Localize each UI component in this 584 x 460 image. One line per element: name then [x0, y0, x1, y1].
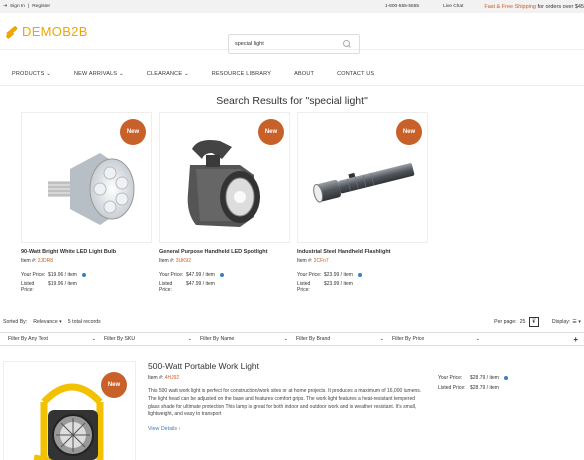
product-image[interactable]: New	[159, 112, 290, 243]
product-card[interactable]: New General Purpose Handheld LED Spotlig…	[159, 112, 290, 293]
your-price: Your Price: $23.99 / item	[297, 272, 428, 278]
item-number: Item #: 2JDR8	[21, 258, 53, 264]
display-toggle: Display: ☰ ▾	[552, 319, 581, 325]
nav-contact[interactable]: CONTACT US	[337, 71, 374, 77]
search-input[interactable]	[235, 41, 335, 47]
sort-bar: Sorted By: Relevance ▾ 5 total records P…	[0, 313, 584, 330]
info-icon[interactable]	[503, 376, 508, 380]
your-price: Your Price: $19.96 / item	[21, 272, 152, 278]
info-icon[interactable]	[219, 273, 224, 277]
product-grid: New 90-Watt Bright White LED Light Bulb …	[0, 107, 584, 297]
product-name[interactable]: 90-Watt Bright White LED Light Bulb	[21, 249, 152, 255]
item-number: Item #: 3UK92	[159, 258, 191, 264]
item-number: Item #: 4HJ92	[148, 375, 180, 381]
chevron-down-icon: ⌄	[91, 336, 96, 342]
new-badge: New	[258, 119, 284, 145]
live-chat-link[interactable]: Live Chat	[443, 4, 463, 9]
list-view-icon[interactable]: ☰ ▾	[572, 319, 581, 325]
your-price: Your Price: $47.99 / item	[159, 272, 290, 278]
info-icon[interactable]	[81, 273, 86, 277]
sort-select[interactable]: Relevance ▾	[33, 319, 62, 325]
display-label: Display:	[551, 318, 571, 325]
product-name[interactable]: Industrial Steel Handheld Flashlight	[297, 249, 428, 255]
chevron-down-icon: ⌄	[475, 336, 480, 342]
register-link[interactable]: Register	[32, 4, 50, 9]
nav-clearance[interactable]: CLEARANCE ⌄	[147, 71, 189, 77]
view-details-link[interactable]: View Details ›	[148, 426, 180, 432]
nav-resource-library[interactable]: RESOURCE LIBRARY	[212, 71, 271, 77]
nav-products[interactable]: PRODUCTS ⌄	[12, 71, 51, 77]
product-name[interactable]: General Purpose Handheld LED Spotlight	[159, 249, 290, 255]
per-page-label: Per page:	[494, 318, 517, 325]
list-item: New 500-Watt Portable Work Light Item #:…	[0, 361, 584, 460]
your-price: Your Price: $28.79 / item	[438, 375, 508, 381]
filter-brand[interactable]: Filter By Brand ⌄	[292, 336, 388, 342]
sorted-by-label: Sorted By:	[3, 318, 28, 325]
total-records: 5 total records	[67, 318, 101, 325]
product-name[interactable]: 500-Watt Portable Work Light	[148, 361, 259, 371]
shipping-promo: Fast & Free Shipping for orders over $45	[484, 3, 584, 10]
search-icon[interactable]	[341, 38, 353, 50]
add-filter-icon[interactable]: +	[573, 335, 578, 344]
main-nav: PRODUCTS ⌄ NEW ARRIVALS ⌄ CLEARANCE ⌄ RE…	[0, 62, 584, 86]
chevron-down-icon: ⌄	[379, 336, 384, 342]
filter-name[interactable]: Filter By Name ⌄	[196, 336, 292, 342]
listed-price: Listed Price: $28.79 / item	[438, 385, 499, 391]
nav-about[interactable]: ABOUT	[294, 71, 314, 77]
header: DEMOB2B	[0, 13, 584, 54]
filter-any-text[interactable]: Filter By Any Text ⌄	[4, 336, 100, 342]
search-box	[228, 34, 360, 54]
chevron-down-icon: ⌄	[187, 336, 192, 342]
new-badge: New	[101, 372, 127, 398]
logo[interactable]: DEMOB2B	[5, 24, 88, 39]
info-icon[interactable]	[357, 273, 362, 277]
new-badge: New	[120, 119, 146, 145]
nav-new-arrivals[interactable]: NEW ARRIVALS ⌄	[74, 71, 124, 77]
sign-in-link[interactable]: Sign In	[10, 4, 25, 9]
product-image[interactable]: New	[297, 112, 428, 243]
listed-price: Listed Price: $47.99 / item	[159, 281, 215, 293]
new-badge: New	[396, 119, 422, 145]
phone-number[interactable]: 1-800-555-5555	[385, 4, 419, 9]
separator: |	[27, 4, 30, 9]
product-card[interactable]: New 90-Watt Bright White LED Light Bulb …	[21, 112, 152, 293]
result-prices: Your Price: $28.79 / item Listed Price: $2…	[438, 375, 508, 395]
sign-in-icon: ⇥	[3, 4, 8, 9]
logo-icon	[5, 25, 19, 39]
filter-icon[interactable]: ⊤	[529, 316, 539, 327]
filter-price[interactable]: Filter By Price ⌄	[388, 336, 484, 342]
listed-price: Listed Price: $19.96 / item	[21, 281, 77, 293]
per-page-select[interactable]: 25	[520, 319, 526, 325]
listed-price: Listed Price: $23.99 / item	[297, 281, 353, 293]
top-bar: ⇥ Sign In | Register 1-800-555-5555 Live…	[0, 0, 584, 13]
product-image[interactable]: New	[3, 361, 136, 460]
product-image[interactable]: New	[21, 112, 152, 243]
chevron-down-icon: ⌄	[283, 336, 288, 342]
item-number: Item #: 2CFn7	[297, 258, 329, 264]
page-title: Search Results for "special light"	[216, 95, 368, 107]
filter-bar: Filter By Any Text ⌄ Filter By SKU ⌄ Filte…	[0, 332, 584, 346]
product-card[interactable]: New Industrial Steel Handheld Flashlight…	[297, 112, 428, 293]
product-description: This 500 watt work light is perfect for …	[148, 388, 422, 418]
filter-sku[interactable]: Filter By SKU ⌄	[100, 336, 196, 342]
